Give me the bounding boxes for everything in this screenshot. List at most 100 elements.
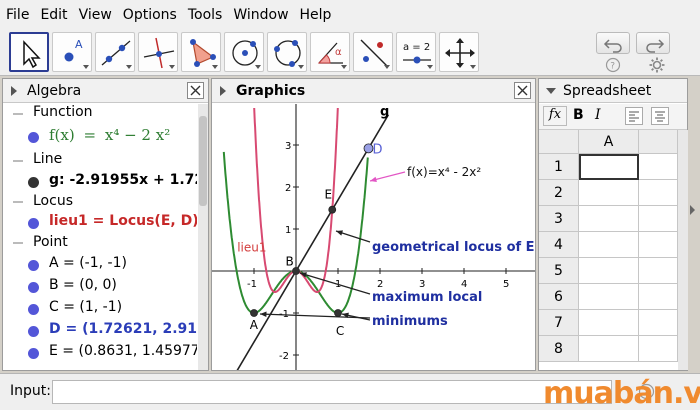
row-header[interactable]: 7 (539, 310, 579, 336)
menu-edit[interactable]: Edit (38, 5, 69, 25)
point-e-visibility-toggle[interactable] (28, 348, 39, 359)
x-tick-label: -1 (247, 279, 257, 290)
cell-a4[interactable] (579, 232, 639, 258)
spreadsheet-scrollbar[interactable] (678, 130, 688, 370)
point-e-entry[interactable]: E = (0.8631, 1.45977 (49, 343, 197, 359)
point-b-visibility-toggle[interactable] (28, 282, 39, 293)
category-point[interactable]: Point (33, 234, 68, 250)
circle-three-points-tool-button[interactable] (267, 32, 307, 72)
menu-tools[interactable]: Tools (186, 5, 225, 25)
point-d-visibility-toggle[interactable] (28, 326, 39, 337)
collapse-line-icon[interactable] (13, 160, 23, 162)
cell-a1[interactable] (579, 154, 639, 180)
locus-visibility-toggle[interactable] (28, 218, 39, 229)
algebra-scrollbar[interactable] (198, 104, 208, 370)
x-tick-label: 5 (503, 279, 509, 290)
perpendicular-line-tool-button[interactable] (138, 32, 178, 72)
function-rhs: x⁴ − 2 x² (104, 126, 171, 144)
move-tool-button[interactable] (9, 32, 49, 72)
function-visibility-toggle[interactable] (28, 132, 39, 143)
align-center-button[interactable] (651, 107, 669, 125)
row-header[interactable]: 5 (539, 258, 579, 284)
row-header[interactable]: 8 (539, 336, 579, 362)
menu-options[interactable]: Options (121, 5, 179, 25)
align-left-button[interactable] (625, 107, 643, 125)
row-header[interactable]: 3 (539, 206, 579, 232)
graphics-panel: Graphics -112345321-1-2gABCDElieu1f(x)=x… (211, 78, 536, 371)
polygon-tool-button[interactable] (181, 32, 221, 72)
collapse-point-icon[interactable] (13, 242, 23, 244)
column-header-b[interactable] (639, 130, 678, 154)
cell-b7[interactable] (639, 310, 678, 336)
point-a[interactable] (250, 309, 258, 317)
category-locus[interactable]: Locus (33, 193, 73, 209)
bold-button[interactable]: B (573, 107, 584, 123)
help-icon[interactable]: ? (605, 57, 621, 73)
menu-view[interactable]: View (77, 5, 114, 25)
point-a-entry[interactable]: A = (-1, -1) (49, 255, 197, 271)
close-graphics-button[interactable] (514, 82, 531, 99)
row-header[interactable]: 1 (539, 154, 579, 180)
menu-file[interactable]: File (4, 5, 31, 25)
point-tool-button[interactable]: A (52, 32, 92, 72)
cell-b4[interactable] (639, 232, 678, 258)
line-entry[interactable]: g: -2.91955x + 1.726 (49, 172, 197, 188)
slider-tool-button[interactable]: a = 2 (396, 32, 436, 72)
point-b-entry[interactable]: B = (0, 0) (49, 277, 197, 293)
menu-help[interactable]: Help (298, 5, 334, 25)
row-header[interactable]: 2 (539, 180, 579, 206)
cell-b3[interactable] (639, 206, 678, 232)
line-visibility-toggle[interactable] (28, 177, 39, 188)
cell-a2[interactable] (579, 180, 639, 206)
toolbar: A α a = 2 ? (0, 30, 700, 76)
graphics-canvas[interactable]: -112345321-1-2gABCDElieu1f(x)=x⁴ - 2x²ge… (212, 104, 535, 370)
function-entry[interactable]: f(x) = x⁴ − 2 x² (49, 126, 170, 144)
cell-a7[interactable] (579, 310, 639, 336)
italic-button[interactable]: I (595, 107, 601, 123)
column-header-a[interactable]: A (579, 130, 639, 154)
undo-button[interactable] (596, 32, 630, 54)
angle-tool-button[interactable]: α (310, 32, 350, 72)
expand-side-arrow-icon[interactable] (690, 205, 695, 215)
collapse-function-icon[interactable] (13, 113, 23, 115)
cell-b8[interactable] (639, 336, 678, 362)
close-algebra-button[interactable] (187, 82, 204, 99)
line-tool-button[interactable] (95, 32, 135, 72)
input-field[interactable] (52, 380, 612, 404)
algebra-scroll-thumb[interactable] (199, 116, 207, 206)
cell-b2[interactable] (639, 180, 678, 206)
gear-icon[interactable] (648, 56, 666, 74)
category-function[interactable]: Function (33, 104, 93, 120)
row-header[interactable]: 4 (539, 232, 579, 258)
category-line[interactable]: Line (33, 151, 62, 167)
point-c-entry[interactable]: C = (1, -1) (49, 299, 197, 315)
collapse-locus-icon[interactable] (13, 201, 23, 203)
cell-b6[interactable] (639, 284, 678, 310)
point-c-visibility-toggle[interactable] (28, 304, 39, 315)
graphics-panel-title: Graphics (236, 83, 306, 99)
circle-center-point-tool-button[interactable] (224, 32, 264, 72)
point-c[interactable] (334, 309, 342, 317)
reflect-tool-button[interactable] (353, 32, 393, 72)
collapse-arrow-icon[interactable] (11, 86, 17, 96)
point-b[interactable] (292, 267, 300, 275)
collapse-arrow-icon[interactable] (220, 86, 226, 96)
x-tick-label: 3 (419, 279, 425, 290)
cell-a8[interactable] (579, 336, 639, 362)
cell-b5[interactable] (639, 258, 678, 284)
cell-a3[interactable] (579, 206, 639, 232)
expand-arrow-icon[interactable] (546, 88, 556, 94)
cell-b1[interactable] (639, 154, 678, 180)
point-e[interactable] (328, 205, 337, 214)
corner-cell[interactable] (539, 130, 579, 154)
locus-entry[interactable]: lieu1 = Locus(E, D) (49, 213, 197, 229)
redo-button[interactable] (636, 32, 670, 54)
formula-bar-toggle[interactable]: fx (543, 106, 567, 126)
menu-window[interactable]: Window (231, 5, 290, 25)
cell-a5[interactable] (579, 258, 639, 284)
point-a-visibility-toggle[interactable] (28, 260, 39, 271)
cell-a6[interactable] (579, 284, 639, 310)
point-d-entry[interactable]: D = (1.72621, 2.9195 (49, 321, 197, 337)
row-header[interactable]: 6 (539, 284, 579, 310)
move-graphics-view-tool-button[interactable] (439, 32, 479, 72)
